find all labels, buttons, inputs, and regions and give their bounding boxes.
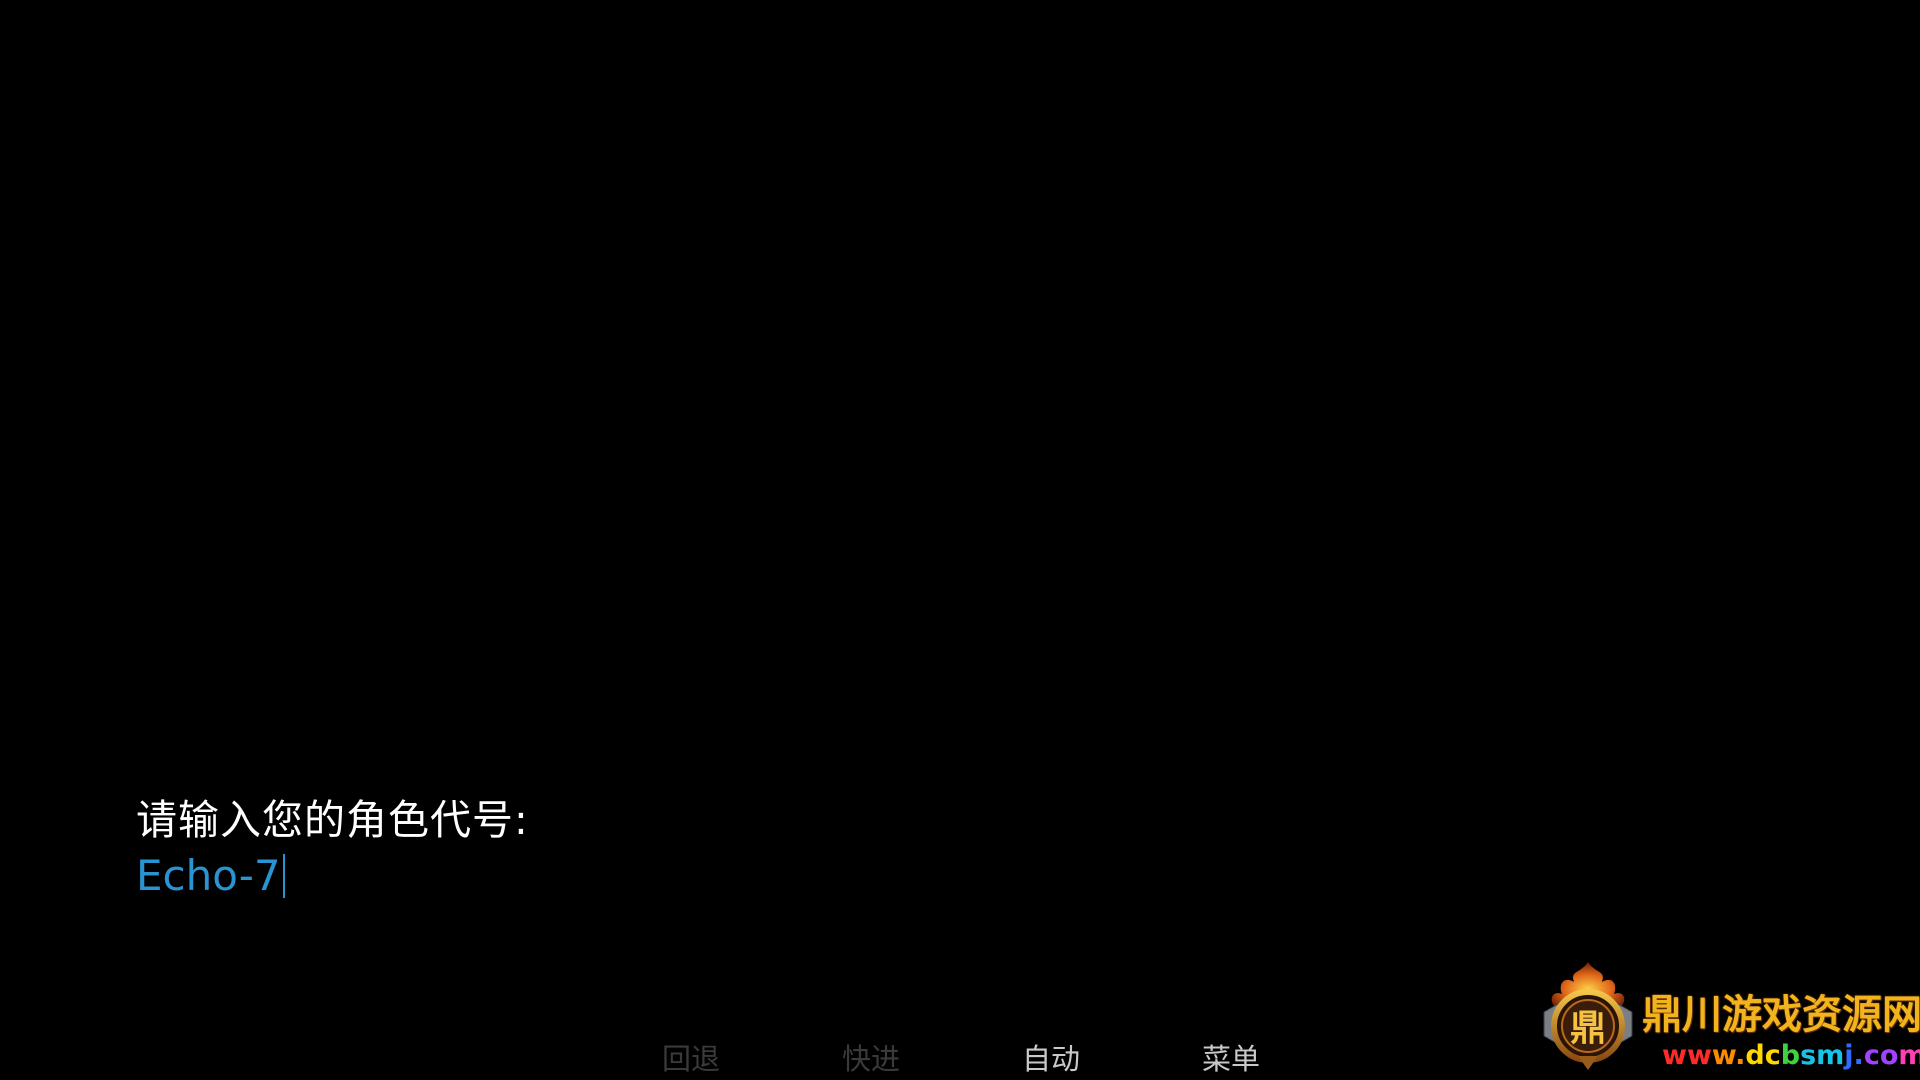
auto-button[interactable]: 自动 [1006,1038,1096,1080]
menu-button[interactable]: 菜单 [1186,1038,1276,1080]
skip-button[interactable]: 快进 [826,1038,916,1080]
name-input-dialog: 请输入您的角色代号: Echo-7 [136,792,1336,904]
text-caret [282,854,285,898]
site-watermark: 鼎 鼎川游戏资源网 www.dcbsmj.com [1534,956,1920,1080]
emblem-character: 鼎 [1570,1008,1606,1049]
watermark-emblem-icon: 鼎 [1543,962,1633,1070]
input-line[interactable]: Echo-7 [136,848,1336,904]
game-screen: 请输入您的角色代号: Echo-7 回退 快进 自动 菜单 鼎 鼎川游戏资源网 … [0,0,1920,1080]
watermark-url: www.dcbsmj.com [1662,1040,1920,1071]
rollback-button[interactable]: 回退 [646,1038,736,1080]
character-name-input[interactable]: Echo-7 [136,848,281,904]
input-prompt: 请输入您的角色代号: [136,796,529,844]
watermark-title: 鼎川游戏资源网 [1642,992,1920,1038]
